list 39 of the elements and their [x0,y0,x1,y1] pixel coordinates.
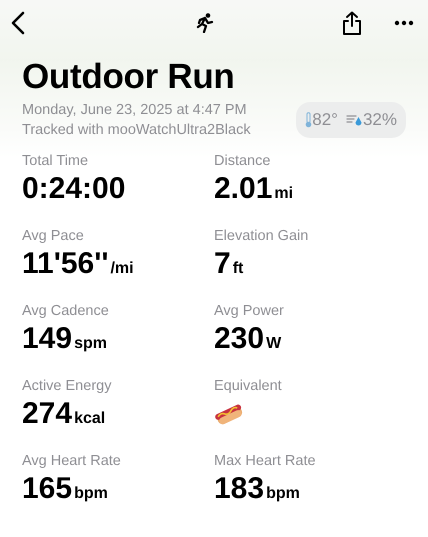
metric-unit: kcal [74,409,106,429]
metric-unit: bpm [266,484,300,504]
metric-label: Avg Heart Rate [22,452,122,470]
metric-label: Equivalent [214,377,283,395]
metric-value: 274 [22,396,72,432]
back-button[interactable] [10,11,26,35]
metric-value: 7 [214,246,231,282]
metric-label: Max Heart Rate [214,452,317,470]
metric-value: 165 [22,471,72,507]
humidity-text: 32% [362,109,397,132]
share-button[interactable] [342,10,362,36]
metric-unit: /mi [110,259,134,279]
temperature-text: 82° [312,109,338,132]
metric-label: Elevation Gain [214,227,310,245]
metric-label: Avg Pace [22,227,85,245]
metric-unit: spm [74,334,107,354]
humidity-icon [346,113,363,127]
metric-value: 183 [214,471,264,507]
metric-unit: bpm [74,484,108,504]
metric-label: Active Energy [22,377,112,395]
metric-value: 230 [214,321,264,357]
metric-value: 149 [22,321,72,357]
running-figure-icon [196,13,214,33]
workout-date: Monday, June 23, 2025 at 4:47 PM [22,101,248,120]
metric-unit: W [266,334,282,354]
thermometer-icon [305,112,312,128]
metric-label: Total Time [22,152,90,170]
metric-unit: mi [274,184,294,204]
device-source: Tracked with mooWatchUltra2Black [22,121,251,140]
metric-label: Distance [214,152,272,170]
metric-value: 0:24:00 [22,171,126,207]
more-button[interactable] [394,20,414,26]
metric-value: 11'56'' [22,246,108,282]
metric-label: Avg Cadence [22,302,110,320]
metric-unit: ft [232,259,244,279]
metric-value: 2.01 [214,171,272,207]
workout-title: Outdoor Run [22,56,236,98]
metric-label: Avg Power [214,302,285,320]
hot-dog-icon [214,402,244,426]
